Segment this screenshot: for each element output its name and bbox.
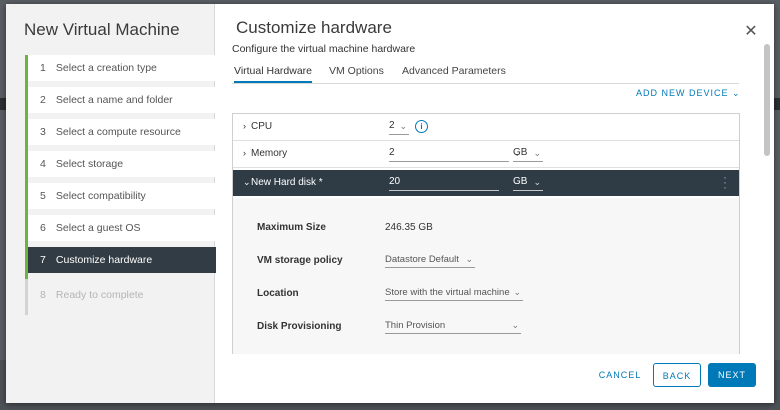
chevron-down-icon: ⌄ (465, 254, 473, 264)
chevron-down-icon: ⌄ (533, 148, 541, 158)
step-guest-os[interactable]: 6 Select a guest OS (28, 215, 216, 241)
location-select[interactable]: Store with the virtual machine ⌄ (385, 285, 523, 301)
disk-unit-select[interactable]: GB ⌄ (513, 174, 543, 191)
hardware-row-hard-disk: ⌄New Hard disk * 20 GB ⌄ · · · (233, 170, 739, 196)
tab-bar: Virtual Hardware VM Options Advanced Par… (232, 60, 739, 84)
back-button[interactable]: BACK (653, 363, 701, 387)
chevron-down-icon: ⌄ (732, 88, 741, 98)
cancel-button[interactable]: CANCEL (595, 363, 645, 387)
chevron-down-icon: ⌄ (399, 121, 407, 131)
cpu-count-select[interactable]: 2 ⌄ (389, 118, 409, 135)
more-vertical-icon[interactable]: · · · (723, 171, 727, 193)
memory-size-input[interactable]: 2 ⌄ (389, 145, 521, 162)
tab-vm-options[interactable]: VM Options (329, 65, 384, 77)
hard-disk-details: Maximum Size 246.35 GB VM storage policy… (233, 198, 739, 354)
hard-disk-expander[interactable]: ⌄New Hard disk * (243, 177, 323, 188)
page-subtitle: Configure the virtual machine hardware (232, 43, 416, 55)
content-pane: Customize hardware ✕ Configure the virtu… (215, 4, 774, 403)
chevron-down-icon: ⌄ (513, 287, 521, 297)
hardware-row-cpu: › CPU 2 ⌄ i (233, 114, 739, 141)
chevron-down-icon: ⌄ (533, 177, 541, 187)
memory-unit-select[interactable]: GB ⌄ (513, 145, 543, 162)
step-name-folder[interactable]: 2 Select a name and folder (28, 87, 216, 113)
hardware-list: › CPU 2 ⌄ i › Memory 2 ⌄ GB ⌄ ⌄New Hard … (232, 113, 740, 354)
wizard-title: New Virtual Machine (24, 20, 180, 39)
step-compatibility[interactable]: 5 Select compatibility (28, 183, 216, 209)
tab-virtual-hardware[interactable]: Virtual Hardware (234, 65, 313, 83)
chevron-right-icon: › (243, 148, 246, 158)
memory-expander[interactable]: › Memory (243, 148, 287, 159)
step-creation-type[interactable]: 1 Select a creation type (28, 55, 216, 81)
step-ready-to-complete: 8 Ready to complete (40, 289, 144, 301)
provisioning-select[interactable]: Thin Provision ⌄ (385, 318, 521, 334)
disk-size-input[interactable]: 20 (389, 174, 499, 191)
hardware-row-memory: › Memory 2 ⌄ GB ⌄ (233, 141, 739, 168)
page-title: Customize hardware (236, 18, 392, 37)
scrollbar[interactable] (764, 44, 770, 156)
close-icon[interactable]: ✕ (743, 21, 759, 41)
step-customize-hardware[interactable]: 7 Customize hardware (28, 247, 216, 273)
tab-advanced-parameters[interactable]: Advanced Parameters (402, 65, 506, 77)
chevron-down-icon: ⌄ (243, 177, 251, 187)
cpu-expander[interactable]: › CPU (243, 121, 272, 132)
chevron-down-icon: ⌄ (511, 320, 519, 330)
step-compute-resource[interactable]: 3 Select a compute resource (28, 119, 216, 145)
wizard-sidebar: New Virtual Machine 1 Select a creation … (6, 4, 216, 403)
add-new-device-button[interactable]: ADD NEW DEVICE ⌄ (636, 88, 741, 99)
chevron-right-icon: › (243, 121, 246, 131)
wizard-steps: 1 Select a creation type 2 Select a name… (25, 55, 216, 279)
info-icon[interactable]: i (415, 120, 428, 133)
next-button[interactable]: NEXT (708, 363, 756, 387)
new-vm-dialog: New Virtual Machine 1 Select a creation … (6, 4, 774, 403)
storage-policy-select[interactable]: Datastore Default ⌄ (385, 252, 475, 268)
step-storage[interactable]: 4 Select storage (28, 151, 216, 177)
